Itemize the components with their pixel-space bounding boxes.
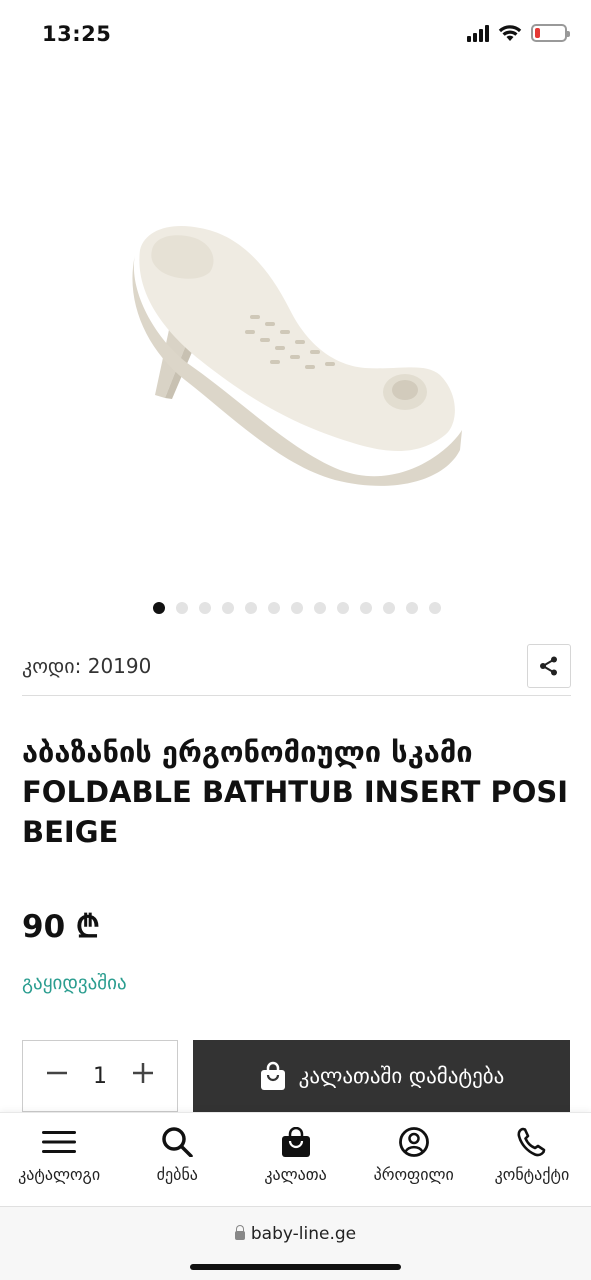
shopping-bag-icon [260, 1061, 285, 1090]
nav-item-catalog[interactable]: კატალოგი [0, 1113, 118, 1206]
nav-label-search: ძებნა [156, 1165, 198, 1184]
product-title: აბაზანის ერგონომიული სკამი FOLDABLE BATH… [22, 735, 569, 849]
status-bar: 13:25 [0, 0, 591, 70]
carousel-dot[interactable] [360, 602, 372, 614]
profile-icon [398, 1127, 429, 1157]
plus-icon [133, 1063, 153, 1083]
carousel-dot[interactable] [199, 602, 211, 614]
nav-item-search[interactable]: ძებნა [118, 1113, 236, 1206]
add-to-cart-button[interactable]: კალათაში დამატება [193, 1040, 570, 1112]
quantity-value[interactable]: 1 [93, 1064, 107, 1089]
wifi-icon [498, 25, 522, 41]
share-button[interactable] [527, 644, 571, 688]
carousel-dot[interactable] [383, 602, 395, 614]
battery-icon [531, 24, 570, 42]
bag-icon [281, 1127, 310, 1157]
nav-label-profile: პროფილი [373, 1165, 454, 1184]
nav-label-cart: კალათა [264, 1165, 327, 1184]
browser-url-bar[interactable]: baby-line.ge [0, 1206, 591, 1280]
phone-icon [517, 1127, 546, 1157]
product-image[interactable] [100, 150, 500, 530]
url-display[interactable]: baby-line.ge [0, 1224, 591, 1244]
nav-item-profile[interactable]: პროფილი [355, 1113, 473, 1206]
product-code: კოდი: 20190 [22, 654, 152, 678]
carousel-dot[interactable] [268, 602, 280, 614]
url-text: baby-line.ge [250, 1224, 357, 1244]
product-code-row: კოდი: 20190 [22, 644, 571, 696]
decrease-quantity-button[interactable] [43, 1061, 71, 1091]
increase-quantity-button[interactable] [129, 1061, 157, 1091]
availability-status: გაყიდვაშია [22, 972, 127, 994]
carousel-dot[interactable] [222, 602, 234, 614]
cellular-signal-icon [467, 24, 489, 42]
nav-item-contact[interactable]: კონტაქტი [473, 1113, 591, 1206]
add-to-cart-label: კალათაში დამატება [298, 1064, 505, 1088]
carousel-dot[interactable] [314, 602, 326, 614]
carousel-dot[interactable] [337, 602, 349, 614]
menu-icon [42, 1131, 77, 1153]
home-indicator[interactable] [190, 1264, 401, 1270]
status-time: 13:25 [42, 22, 112, 46]
search-icon [162, 1127, 194, 1157]
carousel-dot[interactable] [245, 602, 257, 614]
carousel-dots[interactable] [153, 602, 441, 614]
product-price: 90 ₾ [22, 909, 100, 945]
carousel-dot[interactable] [406, 602, 418, 614]
carousel-dot[interactable] [153, 602, 165, 614]
minus-icon [47, 1071, 67, 1075]
carousel-dot[interactable] [429, 602, 441, 614]
carousel-dot[interactable] [291, 602, 303, 614]
status-icons [467, 24, 570, 42]
share-icon [540, 656, 557, 676]
nav-label-contact: კონტაქტი [494, 1165, 570, 1184]
nav-label-catalog: კატალოგი [18, 1165, 101, 1184]
quantity-stepper[interactable]: 1 [22, 1040, 178, 1112]
nav-item-cart[interactable]: კალათა [236, 1113, 354, 1206]
lock-icon [234, 1225, 245, 1240]
bottom-navigation: კატალოგი ძებნა კალათა პროფილი კონტაქტი [0, 1112, 591, 1206]
carousel-dot[interactable] [176, 602, 188, 614]
